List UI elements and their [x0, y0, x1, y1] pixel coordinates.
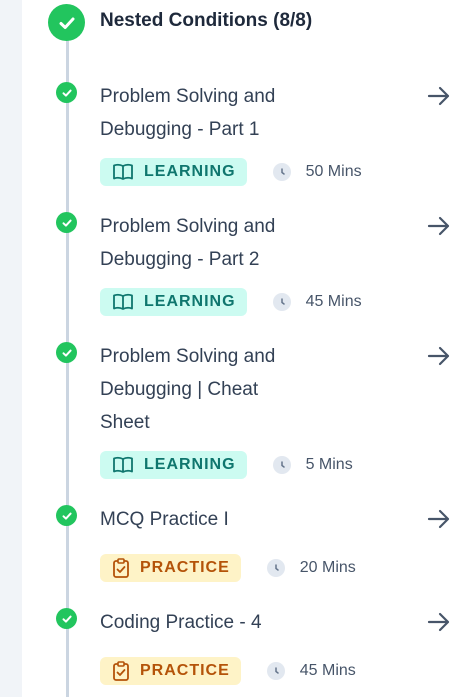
duration: 50 Mins: [305, 163, 362, 180]
check-icon: [56, 342, 77, 363]
item-title[interactable]: Problem Solving and Debugging - Part 1: [100, 80, 332, 146]
duration: 45 Mins: [299, 662, 356, 679]
arrow-right-icon[interactable]: [427, 610, 451, 634]
type-badge: LEARNING: [100, 158, 247, 186]
item-meta: LEARNING 45 Mins: [100, 288, 362, 316]
clock-icon: [272, 293, 291, 311]
item-title[interactable]: Coding Practice - 4: [100, 606, 332, 639]
item-meta: PRACTICE 45 Mins: [100, 657, 356, 685]
item-title[interactable]: Problem Solving and Debugging | Cheat Sh…: [100, 340, 310, 439]
arrow-right-icon[interactable]: [427, 344, 451, 368]
book-icon: [113, 163, 133, 180]
arrow-right-icon[interactable]: [427, 84, 451, 108]
item-meta: PRACTICE 20 Mins: [100, 554, 356, 582]
check-icon: [56, 82, 77, 103]
duration: 45 Mins: [305, 293, 362, 310]
badge-label: LEARNING: [144, 293, 236, 310]
duration: 20 Mins: [299, 559, 356, 576]
item-title[interactable]: MCQ Practice I: [100, 503, 332, 536]
timeline-rail: [66, 38, 69, 697]
book-icon: [113, 293, 133, 310]
check-circle-icon: [48, 4, 85, 41]
type-badge: PRACTICE: [100, 657, 241, 685]
badge-label: LEARNING: [144, 163, 236, 180]
duration: 5 Mins: [305, 456, 353, 473]
type-badge: PRACTICE: [100, 554, 241, 582]
section-title: Nested Conditions (8/8): [100, 10, 313, 31]
item-title[interactable]: Problem Solving and Debugging - Part 2: [100, 210, 332, 276]
check-icon: [56, 608, 77, 629]
check-icon: [56, 212, 77, 233]
badge-label: PRACTICE: [140, 662, 230, 679]
item-meta: LEARNING 5 Mins: [100, 451, 353, 479]
clock-icon: [272, 163, 291, 181]
book-icon: [113, 456, 133, 473]
arrow-right-icon[interactable]: [427, 507, 451, 531]
clipboard-check-icon: [113, 661, 129, 681]
badge-label: PRACTICE: [140, 559, 230, 576]
clipboard-check-icon: [113, 558, 129, 578]
type-badge: LEARNING: [100, 451, 247, 479]
clock-icon: [266, 662, 285, 680]
check-icon: [56, 505, 77, 526]
clock-icon: [266, 559, 285, 577]
item-meta: LEARNING 50 Mins: [100, 158, 362, 186]
badge-label: LEARNING: [144, 456, 236, 473]
type-badge: LEARNING: [100, 288, 247, 316]
clock-icon: [272, 456, 291, 474]
arrow-right-icon[interactable]: [427, 214, 451, 238]
